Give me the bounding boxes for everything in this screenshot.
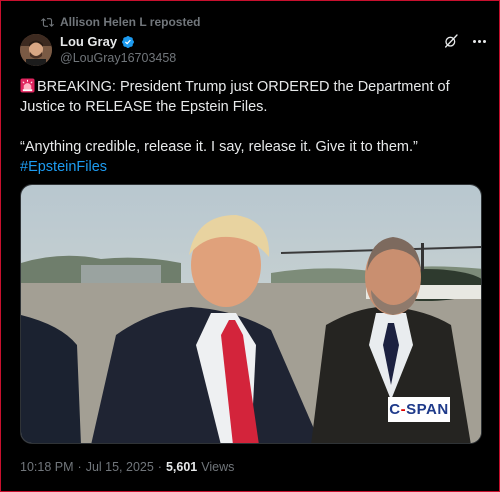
meta-separator: · [77,460,82,474]
verified-badge-icon [122,35,135,48]
tweet-line-1: BREAKING: President Trump just ORDERED t… [20,79,450,115]
siren-icon [20,78,35,93]
tweet-text: BREAKING: President Trump just ORDERED t… [20,77,490,177]
more-options-button[interactable] [469,31,489,51]
grok-icon[interactable] [443,33,459,49]
views-label: Views [201,460,235,474]
tweet-time[interactable]: 10:18 PM [20,460,74,474]
tweet-meta: 10:18 PM · Jul 15, 2025 · 5,601 Views [20,460,234,474]
repost-text: Allison Helen L reposted [60,15,201,29]
repost-icon [41,17,54,27]
repost-indicator[interactable]: Allison Helen L reposted [41,14,200,30]
cspan-badge: C-SPAN [388,397,450,422]
author-handle[interactable]: @LouGray16703458 [60,51,176,65]
hashtag-link[interactable]: #EpsteinFiles [20,159,107,175]
views-count: 5,601 [165,460,198,474]
author-name[interactable]: Lou Gray [60,34,117,49]
tweet-card[interactable]: Allison Helen L reposted Lou Gray @LouGr… [0,0,500,492]
tweet-line-2: “Anything credible, release it. I say, r… [20,139,418,155]
cspan-label: C-SPAN [389,401,449,418]
video-media[interactable]: C-SPAN [20,184,482,444]
author-name-row[interactable]: Lou Gray [60,34,135,49]
more-dot-icon [472,39,476,43]
meta-separator: · [157,460,162,474]
more-dot-icon [482,39,486,43]
avatar[interactable] [20,34,52,66]
tweet-date[interactable]: Jul 15, 2025 [86,460,154,474]
more-dot-icon [477,39,481,43]
